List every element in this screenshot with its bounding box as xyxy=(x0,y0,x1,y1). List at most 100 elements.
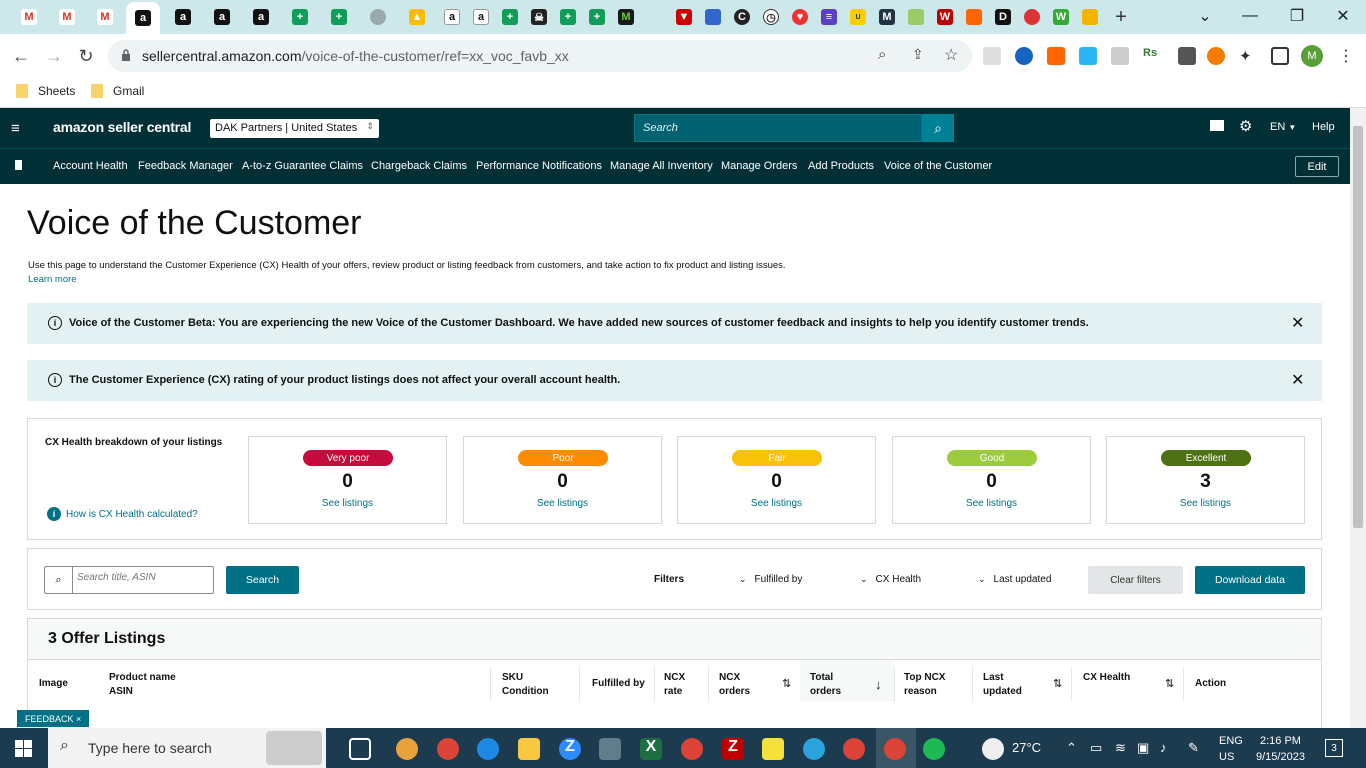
restore-button[interactable]: ❐ xyxy=(1277,4,1317,28)
bookmark-sheets[interactable]: Sheets xyxy=(16,84,75,98)
share-icon[interactable]: ⇪ xyxy=(912,46,924,63)
clear-filters-button[interactable]: Clear filters xyxy=(1088,566,1183,594)
col-cx-health[interactable]: CX Health xyxy=(1083,671,1130,685)
reload-button[interactable]: ↻ xyxy=(74,44,98,68)
cx-health-filter[interactable]: ⌄ CX Health xyxy=(860,574,921,585)
language-indicator[interactable]: ENG US xyxy=(1219,733,1243,765)
extension-icon[interactable] xyxy=(1111,47,1129,65)
notifications-icon[interactable]: 3 xyxy=(1325,739,1343,757)
sidepanel-icon[interactable] xyxy=(1271,47,1289,65)
taskbar-search[interactable]: ⌕ Type here to search xyxy=(48,728,326,768)
tab-sheets[interactable]: + xyxy=(283,4,317,30)
nav-manage-orders[interactable]: Manage Orders xyxy=(721,160,797,172)
header-search-input[interactable]: Search xyxy=(634,114,922,142)
col-total-orders[interactable]: Total orders xyxy=(810,671,841,699)
wifi-icon[interactable]: ≋ xyxy=(1115,740,1126,756)
tab-sheets[interactable]: + xyxy=(322,4,356,30)
pen-icon[interactable]: ✎ xyxy=(1188,740,1199,756)
chrome-icon[interactable] xyxy=(884,738,906,760)
edge-icon[interactable] xyxy=(477,738,499,760)
page-scrollbar[interactable] xyxy=(1350,108,1366,728)
tab-ext[interactable] xyxy=(1073,4,1107,30)
bookmark-icon[interactable] xyxy=(15,160,22,170)
close-icon[interactable]: ✕ xyxy=(1291,313,1304,333)
col-last-updated[interactable]: Last updated xyxy=(983,671,1022,699)
tab-generic[interactable] xyxy=(361,4,395,30)
chrome-icon[interactable] xyxy=(681,738,703,760)
tab-m[interactable]: M xyxy=(609,4,643,30)
js-extension-icon[interactable] xyxy=(1047,47,1065,65)
telegram-icon[interactable] xyxy=(803,738,825,760)
last-updated-filter[interactable]: ⌄ Last updated xyxy=(978,574,1051,585)
file-explorer-icon[interactable] xyxy=(518,738,540,760)
sort-icon[interactable]: ⇅ xyxy=(1165,677,1174,690)
download-data-button[interactable]: Download data xyxy=(1195,566,1305,594)
nav-performance-notifications[interactable]: Performance Notifications xyxy=(476,160,602,172)
tab-amazon[interactable]: a xyxy=(205,4,239,30)
close-icon[interactable]: ✕ xyxy=(1291,370,1304,390)
spotify-icon[interactable] xyxy=(923,738,945,760)
forward-button[interactable]: → xyxy=(42,44,66,68)
tab-gmail-2[interactable]: M xyxy=(50,4,84,30)
back-button[interactable]: ← xyxy=(9,44,33,68)
nav-manage-inventory[interactable]: Manage All Inventory xyxy=(610,160,713,172)
see-listings-link[interactable]: See listings xyxy=(249,498,446,509)
account-switcher[interactable]: DAK Partners | United States ⇕ xyxy=(210,119,379,138)
windows-start-icon[interactable] xyxy=(15,740,32,757)
help-link[interactable]: Help xyxy=(1312,121,1335,133)
bookmark-star-icon[interactable]: ☆ xyxy=(944,45,958,65)
filezilla-icon[interactable]: Z xyxy=(722,738,744,760)
zoom-app-icon[interactable]: Z xyxy=(559,738,581,760)
tab-gmail-3[interactable]: M xyxy=(88,4,122,30)
sort-descending-icon[interactable]: ↓ xyxy=(875,677,882,692)
hamburger-menu-icon[interactable]: ≡ xyxy=(11,120,20,137)
language-selector[interactable]: EN ▼ xyxy=(1270,121,1296,133)
see-listings-link[interactable]: See listings xyxy=(678,498,875,509)
nav-add-products[interactable]: Add Products xyxy=(808,160,874,172)
extension-icon[interactable] xyxy=(983,47,1001,65)
display-icon[interactable]: ▣ xyxy=(1137,740,1149,756)
profile-avatar[interactable]: M xyxy=(1301,45,1323,67)
rs-extension-icon[interactable]: Rs xyxy=(1143,47,1161,65)
excel-icon[interactable]: X xyxy=(640,738,662,760)
chrome-icon[interactable] xyxy=(843,738,865,760)
chevron-up-icon[interactable]: ⌃ xyxy=(1066,740,1077,756)
tab-search-button[interactable]: ⌄ xyxy=(1185,4,1225,28)
nav-atoz-claims[interactable]: A-to-z Guarantee Claims xyxy=(242,160,363,172)
nav-feedback-manager[interactable]: Feedback Manager xyxy=(138,160,233,172)
extension-icon[interactable] xyxy=(1015,47,1033,65)
sort-icon[interactable]: ⇅ xyxy=(782,677,791,690)
close-window-button[interactable]: ✕ xyxy=(1323,4,1363,28)
clock[interactable]: 2:16 PM 9/15/2023 xyxy=(1256,733,1305,765)
app-icon[interactable] xyxy=(396,738,418,760)
col-ncx-orders[interactable]: NCX orders xyxy=(719,671,750,699)
nav-account-health[interactable]: Account Health xyxy=(53,160,128,172)
fba-extension-icon[interactable] xyxy=(1079,47,1097,65)
chrome-icon[interactable] xyxy=(437,738,459,760)
calculator-icon[interactable] xyxy=(599,738,621,760)
fulfilled-by-filter[interactable]: ⌄ Fulfilled by xyxy=(739,574,802,585)
tab-amazon[interactable]: a xyxy=(244,4,278,30)
off-extension-icon[interactable] xyxy=(1178,47,1196,65)
battery-icon[interactable]: ▭ xyxy=(1090,740,1102,756)
learn-more-link[interactable]: Learn more xyxy=(28,274,77,285)
address-bar[interactable]: sellercentral.amazon.com/voice-of-the-cu… xyxy=(108,40,972,72)
zoom-icon[interactable]: ⌕ xyxy=(878,46,886,63)
mail-icon[interactable] xyxy=(1210,120,1224,131)
volume-icon[interactable]: ♪ xyxy=(1160,740,1167,755)
nav-chargeback-claims[interactable]: Chargeback Claims xyxy=(371,160,467,172)
tab-amazon[interactable]: a xyxy=(166,4,200,30)
tab-gmail-1[interactable]: M xyxy=(12,4,46,30)
minimize-button[interactable]: — xyxy=(1230,4,1270,28)
edit-nav-button[interactable]: Edit xyxy=(1295,156,1339,177)
puzzle-icon[interactable]: ✦ xyxy=(1239,47,1257,65)
nav-voice-of-customer[interactable]: Voice of the Customer xyxy=(884,160,992,172)
see-listings-link[interactable]: See listings xyxy=(1107,498,1304,509)
logo[interactable]: amazon seller central xyxy=(53,119,191,135)
sort-icon[interactable]: ⇅ xyxy=(1053,677,1062,690)
how-cx-health-link[interactable]: i How is CX Health calculated? xyxy=(47,507,198,521)
weather-text[interactable]: 27°C xyxy=(1012,740,1041,755)
new-tab-button[interactable]: + xyxy=(1104,4,1138,30)
scrollbar-thumb[interactable] xyxy=(1353,126,1363,528)
feedback-tab[interactable]: FEEDBACK × xyxy=(17,710,90,727)
